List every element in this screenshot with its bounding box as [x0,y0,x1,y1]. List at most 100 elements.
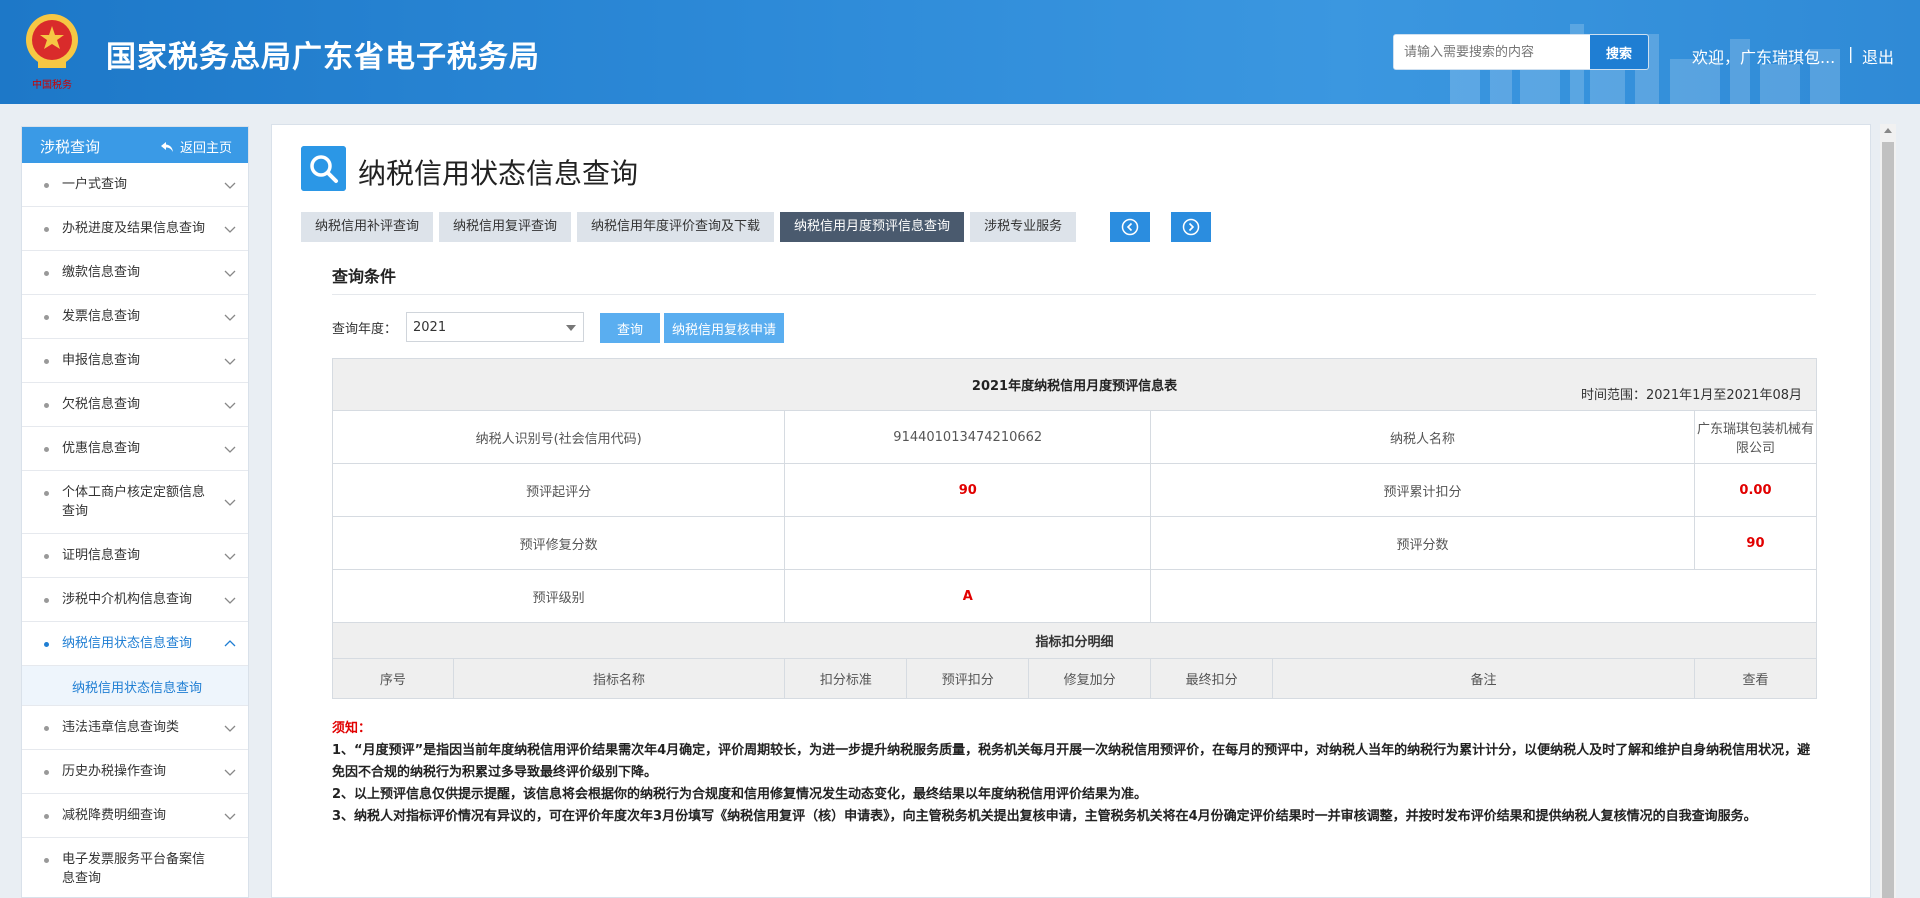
year-select-value: 2021 [413,320,447,335]
table-row: 预评级别 A [331,569,1817,623]
table-caption: 2021年度纳税信用月度预评信息表 [971,379,1178,394]
col-view: 查看 [1693,658,1818,699]
page-title: 纳税信用状态信息查询 [358,157,639,190]
return-home-link[interactable]: 返回主页 [160,137,232,156]
chevron-down-icon [224,314,236,321]
search-box: 搜索 [1393,34,1649,70]
col-deduct-standard: 扣分标准 [784,658,908,699]
scrollbar-thumb[interactable] [1882,142,1894,898]
bullet-dot [44,554,49,559]
sidebar-item[interactable]: 优惠信息查询 [22,427,248,471]
sidebar-item[interactable]: 违法违章信息查询类 [22,706,248,750]
bullet-dot [44,858,49,863]
start-score-value: 90 [784,463,1152,517]
year-select[interactable]: 2021 [406,312,584,342]
level-value: A [784,569,1152,623]
tab-supplement-eval[interactable]: 纳税信用补评查询 [301,212,434,242]
sidebar-item-label: 一户式查询 [62,177,128,192]
sidebar-item-label: 违法违章信息查询类 [62,720,180,735]
bullet-dot [44,770,49,775]
tab-monthly-preeval[interactable]: 纳税信用月度预评信息查询 [780,212,965,242]
return-home-label: 返回主页 [179,141,232,156]
sidebar-item-label: 欠税信息查询 [62,397,141,412]
search-button[interactable]: 搜索 [1590,35,1648,69]
sidebar-item[interactable]: 减税降费明细查询 [22,794,248,838]
header-bar: 中国税务 国家税务总局广东省电子税务局 搜索 欢迎，广东瑞琪包... | 退出 [0,0,1920,104]
repair-score-label: 预评修复分数 [331,516,786,570]
tax-emblem-icon: 中国税务 [26,14,78,91]
sidebar-item[interactable]: 个体工商户核定定额信息查询 [22,471,248,534]
dropdown-arrow-icon [566,325,576,331]
sidebar-item-label: 发票信息查询 [62,309,141,324]
bullet-dot [44,271,49,276]
chevron-down-icon [224,358,236,365]
sidebar-item-label: 减税降费明细查询 [62,808,167,823]
sidebar-item[interactable]: 办税进度及结果信息查询 [22,207,248,251]
scrollbar[interactable] [1880,124,1896,898]
empty-cell [1150,569,1817,623]
section-title: 查询条件 [332,267,397,286]
site-title: 国家税务总局广东省电子税务局 [106,40,540,75]
sidebar-item[interactable]: 一户式查询 [22,163,248,207]
query-year-label: 查询年度： [332,322,398,337]
col-remark: 备注 [1272,658,1695,699]
score-label: 预评分数 [1150,516,1695,570]
credit-review-apply-button[interactable]: 纳税信用复核申请 [664,313,784,343]
query-button[interactable]: 查询 [600,313,660,343]
col-indicator-name: 指标名称 [452,658,786,699]
sidebar-item-label: 涉税中介机构信息查询 [62,592,193,607]
tab-re-eval[interactable]: 纳税信用复评查询 [439,212,572,242]
col-final-deduct: 最终扣分 [1150,658,1274,699]
bullet-dot [44,315,49,320]
chevron-down-icon [224,402,236,409]
sidebar-item[interactable]: 历史办税操作查询 [22,750,248,794]
tab-bar: 纳税信用补评查询 纳税信用复评查询 纳税信用年度评价查询及下载 纳税信用月度预评信息查… [301,212,1103,242]
header-separator: | [1848,44,1854,63]
sidebar-item[interactable]: 欠税信息查询 [22,383,248,427]
search-input[interactable] [1394,35,1590,69]
chevron-down-icon [224,270,236,277]
sidebar-item[interactable]: 电子发票服务平台备案信息查询 [22,838,248,898]
sidebar-item-label: 缴款信息查询 [62,265,141,280]
tab-prev-button[interactable] [1110,212,1150,242]
sidebar-item-label: 优惠信息查询 [62,441,141,456]
bullet-dot [44,183,49,188]
table-row: 纳税人识别号(社会信用代码) 914401013474210662 纳税人名称 … [331,410,1818,464]
detail-title-row: 指标扣分明细 [332,622,1817,659]
tab-professional-service[interactable]: 涉税专业服务 [970,212,1077,242]
col-pre-deduct: 预评扣分 [906,658,1030,699]
tab-annual-eval[interactable]: 纳税信用年度评价查询及下载 [577,212,775,242]
bullet-dot [44,726,49,731]
sidebar-item-label: 历史办税操作查询 [62,764,167,779]
tab-next-button[interactable] [1171,212,1211,242]
sidebar-item[interactable]: 发票信息查询 [22,295,248,339]
chevron-right-icon [1182,218,1200,236]
time-range: 时间范围：2021年1月至2021年08月 [1581,388,1802,403]
sidebar-item[interactable]: 涉税中介机构信息查询 [22,578,248,622]
notice-block: 须知： 1、“月度预评”是指因当前年度纳税信用评价结果需次年4月确定，评价周期较… [332,718,1818,828]
taxpayer-name-label: 纳税人名称 [1150,410,1695,464]
sidebar-subitem[interactable]: 纳税信用状态信息查询 [22,666,248,706]
col-index: 序号 [332,658,454,699]
chevron-down-icon [224,553,236,560]
sidebar-item[interactable]: 缴款信息查询 [22,251,248,295]
taxpayer-id-label: 纳税人识别号(社会信用代码) [331,410,786,464]
sidebar: 涉税查询 返回主页 一户式查询 办税进度及结果信息查询 缴款信息查询 发票信息查询 申报… [21,126,249,898]
welcome-text[interactable]: 欢迎，广东瑞琪包... [1692,44,1835,68]
scroll-up-icon[interactable] [1884,128,1892,133]
sidebar-item-label: 个体工商户核定定额信息查询 [62,485,206,519]
sidebar-item-label: 办税进度及结果信息查询 [62,221,206,236]
chevron-down-icon [224,597,236,604]
logout-link[interactable]: 退出 [1862,44,1894,68]
chevron-up-icon [224,639,236,646]
notice-line: 1、“月度预评”是指因当前年度纳税信用评价结果需次年4月确定，评价周期较长，为进… [332,743,1811,780]
sidebar-item[interactable]: 纳税信用状态信息查询 [22,622,248,666]
chevron-down-icon [224,769,236,776]
bullet-dot [44,447,49,452]
sidebar-item-label: 申报信息查询 [62,353,141,368]
deduct-label: 预评累计扣分 [1150,463,1695,517]
sidebar-item[interactable]: 申报信息查询 [22,339,248,383]
chevron-down-icon [224,813,236,820]
chevron-down-icon [224,182,236,189]
sidebar-item[interactable]: 证明信息查询 [22,534,248,578]
